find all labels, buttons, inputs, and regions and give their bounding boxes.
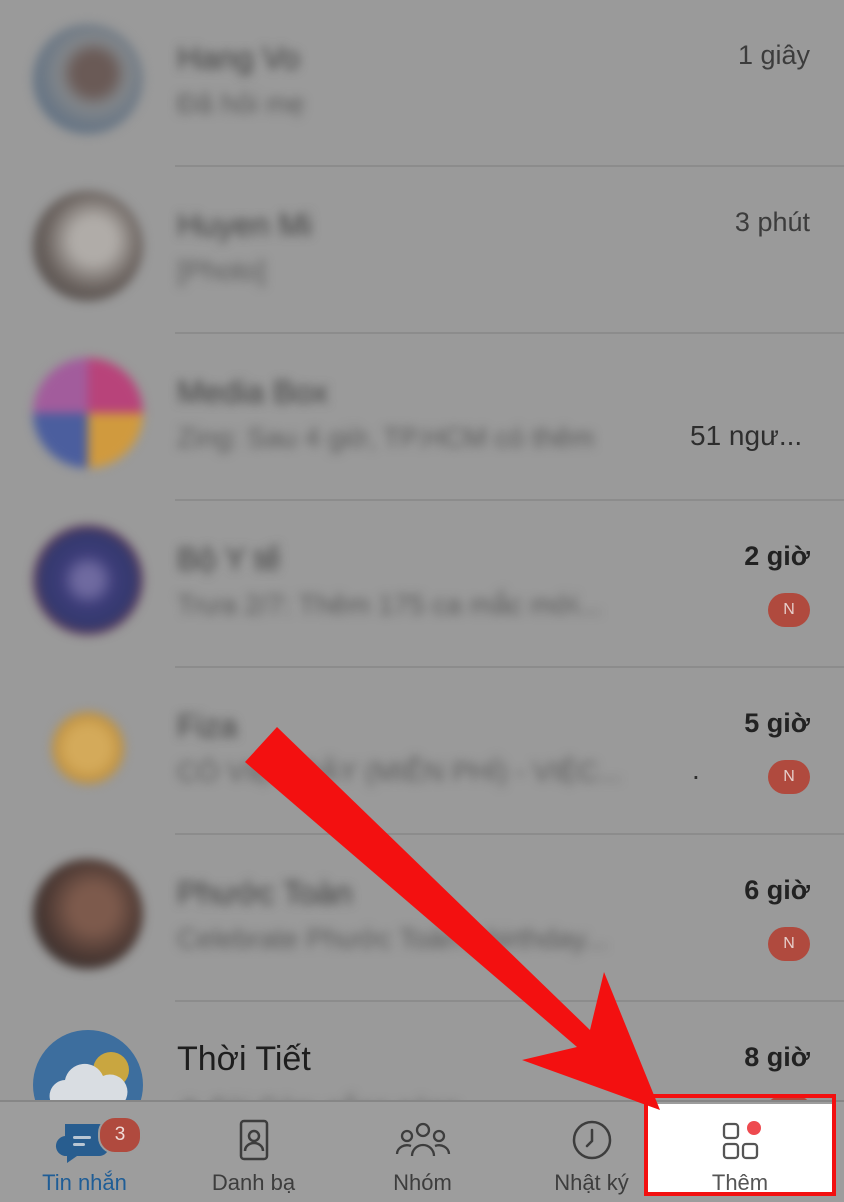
chat-name: Huyen Mi bbox=[177, 207, 313, 243]
tab-label: Nhóm bbox=[393, 1170, 452, 1195]
chat-preview: Zing: Sau 4 giờ, TP.HCM có thêm bbox=[177, 422, 595, 453]
chat-name: Bộ Y tế bbox=[177, 541, 281, 577]
tab-messages[interactable]: 3 Tin nhắn bbox=[0, 1102, 169, 1202]
chat-preview: CÓ VIỆC ĐÂY (MIỄN PHÍ) - VIỆC... bbox=[177, 756, 622, 787]
chat-row[interactable]: Huyen Mi [Photo] 3 phút bbox=[0, 167, 844, 334]
chat-row[interactable]: Phước Toàn Celebrate Phước Toàn's birthd… bbox=[0, 835, 844, 1002]
bottom-tab-bar: 3 Tin nhắn Danh bạ Nhóm Nhật ký Thêm bbox=[0, 1100, 844, 1202]
app: Hang Vo Đã hỏi mẹ 1 giây Huyen Mi [Photo… bbox=[0, 0, 844, 1202]
tab-label: Thêm bbox=[711, 1170, 769, 1195]
chat-name: Phước Toàn bbox=[177, 875, 353, 911]
grid-apps-icon bbox=[722, 1121, 761, 1160]
tab-contacts[interactable]: Danh bạ bbox=[169, 1102, 338, 1202]
chat-row[interactable]: Hang Vo Đã hỏi mẹ 1 giây bbox=[0, 0, 844, 167]
avatar bbox=[52, 712, 124, 784]
chat-preview: [Photo] bbox=[177, 255, 266, 286]
chat-name: Thời Tiết bbox=[177, 1040, 311, 1078]
chat-time: 6 giờ bbox=[744, 875, 810, 905]
tab-label: Danh bạ bbox=[211, 1170, 296, 1195]
clock-icon bbox=[572, 1120, 611, 1160]
chat-name: Fiza bbox=[177, 708, 238, 744]
contact-card-icon bbox=[239, 1119, 268, 1161]
chat-preview-tail: 51 ngư... bbox=[690, 420, 803, 451]
chat-row[interactable]: Bộ Y tế Trưa 2/7: Thêm 175 ca mắc mới...… bbox=[0, 501, 844, 668]
avatar bbox=[33, 191, 143, 301]
avatar bbox=[33, 525, 143, 635]
chat-row[interactable]: Media Box Zing: Sau 4 giờ, TP.HCM có thê… bbox=[0, 334, 844, 501]
chat-time: 8 giờ bbox=[744, 1042, 810, 1072]
chat-row[interactable]: Fiza CÓ VIỆC ĐÂY (MIỄN PHÍ) - VIỆC... . … bbox=[0, 668, 844, 835]
tab-more[interactable]: Thêm bbox=[648, 1104, 832, 1196]
chat-preview: Đã hỏi mẹ bbox=[177, 88, 305, 119]
avatar bbox=[33, 24, 143, 134]
tab-label: Tin nhắn bbox=[42, 1170, 127, 1195]
avatar bbox=[33, 859, 143, 969]
tab-groups[interactable]: Nhóm bbox=[338, 1102, 507, 1202]
group-icon bbox=[395, 1122, 450, 1157]
new-badge: N bbox=[768, 760, 810, 794]
avatar bbox=[33, 358, 143, 468]
chat-list: Hang Vo Đã hỏi mẹ 1 giây Huyen Mi [Photo… bbox=[0, 0, 844, 1140]
chat-name: Hang Vo bbox=[177, 40, 300, 76]
chat-preview-tail: . bbox=[692, 754, 700, 785]
chat-name: Media Box bbox=[177, 374, 329, 410]
chat-preview: Trưa 2/7: Thêm 175 ca mắc mới... bbox=[177, 589, 602, 620]
new-badge: N bbox=[768, 593, 810, 627]
unread-count-badge: 3 bbox=[98, 1116, 142, 1154]
chat-time: 1 giây bbox=[737, 40, 810, 70]
chat-preview: Celebrate Phước Toàn's birthday... bbox=[177, 923, 608, 954]
chat-time: 2 giờ bbox=[744, 541, 810, 571]
chat-time: 5 giờ bbox=[744, 708, 810, 738]
chat-time: 3 phút bbox=[734, 207, 810, 237]
new-badge: N bbox=[768, 927, 810, 961]
